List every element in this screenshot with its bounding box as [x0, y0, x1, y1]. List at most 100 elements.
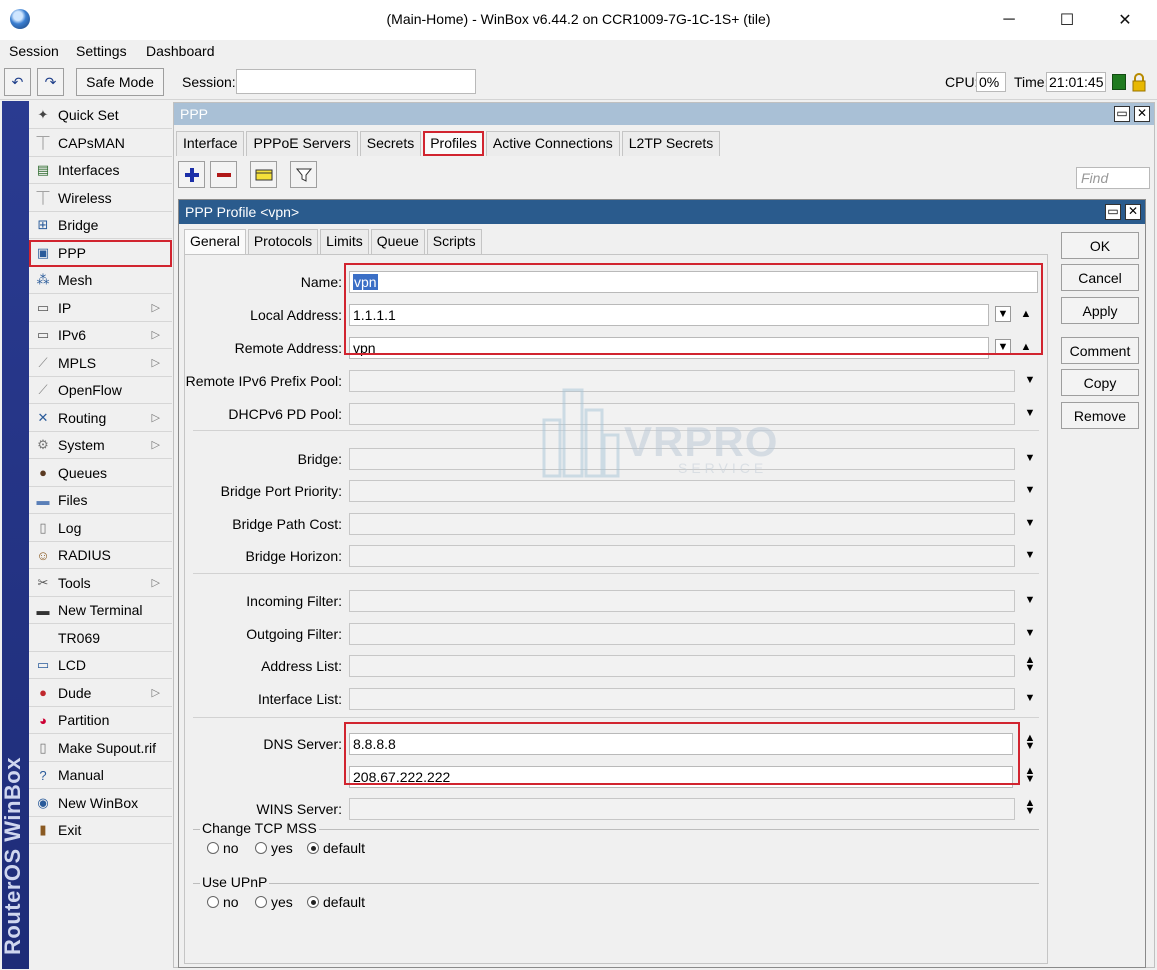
close-icon[interactable]: ✕: [1134, 106, 1150, 122]
use-upnp-option-no[interactable]: no: [207, 894, 239, 910]
tab-pppoe-servers[interactable]: PPPoE Servers: [246, 131, 358, 156]
sidebar-item-dude[interactable]: ● Dude ▷: [29, 680, 172, 707]
sidebar-item-manual[interactable]: ? Manual: [29, 762, 172, 789]
cancel-button[interactable]: Cancel: [1061, 264, 1139, 291]
sidebar-item-new-terminal[interactable]: ▬ New Terminal: [29, 597, 172, 624]
sidebar-item-wireless[interactable]: ⏉ Wireless: [29, 185, 172, 212]
sidebar-item-make-supout-rif[interactable]: ▯ Make Supout.rif: [29, 735, 172, 762]
sidebar-item-interfaces[interactable]: ▤ Interfaces: [29, 157, 172, 184]
dropdown-icon[interactable]: ▼: [1022, 625, 1038, 641]
change-tcp-mss-option-yes[interactable]: yes: [255, 840, 293, 856]
incoming-filter-field[interactable]: [349, 590, 1015, 612]
sidebar-item-ip[interactable]: ▭ IP ▷: [29, 295, 172, 322]
use-upnp-option-default[interactable]: default: [307, 894, 365, 910]
sidebar-item-partition[interactable]: ◕ Partition: [29, 707, 172, 734]
tab-queue[interactable]: Queue: [370, 229, 425, 254]
openflow-icon: ⟋: [38, 382, 48, 397]
comment-button[interactable]: Comment: [1061, 337, 1139, 364]
sidebar-item-lcd[interactable]: ▭ LCD: [29, 652, 172, 679]
sidebar-item-files[interactable]: ▬ Files: [29, 487, 172, 514]
sidebar-item-system[interactable]: ⚙ System ▷: [29, 432, 172, 459]
sidebar-item-log[interactable]: ▯ Log: [29, 515, 172, 542]
tab-scripts[interactable]: Scripts: [426, 229, 482, 254]
tab-protocols[interactable]: Protocols: [247, 229, 319, 254]
ok-button[interactable]: OK: [1061, 232, 1139, 259]
sidebar-item-capsman[interactable]: ⏉ CAPsMAN: [29, 130, 172, 157]
sidebar-item-label: Make Supout.rif: [58, 739, 157, 756]
comment-icon[interactable]: [250, 161, 277, 188]
change-tcp-mss-option-default[interactable]: default: [307, 840, 365, 856]
address-list-field[interactable]: [349, 655, 1015, 677]
session-input[interactable]: [236, 69, 476, 94]
change-tcp-mss-option-no[interactable]: no: [207, 840, 239, 856]
sidebar-item-ppp[interactable]: ▣ PPP: [29, 239, 172, 267]
sidebar-item-bridge[interactable]: ⊞ Bridge: [29, 212, 172, 239]
menu-session[interactable]: Session: [9, 43, 59, 59]
sidebar-item-new-winbox[interactable]: ◉ New WinBox: [29, 790, 172, 817]
menu-settings[interactable]: Settings: [76, 43, 127, 59]
time-value: 21:01:45: [1046, 72, 1106, 92]
expand-icon[interactable]: ▲ ▼: [1022, 765, 1038, 785]
menu-dashboard[interactable]: Dashboard: [146, 43, 215, 59]
sidebar-item-tools[interactable]: ✂ Tools ▷: [29, 570, 172, 597]
dropdown-icon[interactable]: ▼: [1022, 592, 1038, 608]
sidebar-item-label: PPP: [58, 244, 87, 261]
wins-server-label: WINS Server:: [256, 801, 342, 817]
wins-server-field[interactable]: [349, 798, 1015, 820]
expand-icon[interactable]: ▲ ▼: [1022, 732, 1038, 752]
dropdown-icon[interactable]: ▼: [1022, 515, 1038, 531]
dropdown-icon[interactable]: ▼: [1022, 547, 1038, 563]
close-button[interactable]: ✕: [1096, 0, 1154, 40]
redo-button[interactable]: ↷: [37, 68, 64, 96]
dropdown-icon[interactable]: ▼: [1022, 450, 1038, 466]
sidebar-item-radius[interactable]: ☺ RADIUS: [29, 542, 172, 569]
add-icon[interactable]: [178, 161, 205, 188]
filter-icon[interactable]: [290, 161, 317, 188]
bridge-path-cost-field[interactable]: [349, 513, 1015, 535]
use-upnp-option-yes[interactable]: yes: [255, 894, 293, 910]
sidebar-item-quick-set[interactable]: ✦ Quick Set: [29, 102, 172, 129]
close-icon[interactable]: ✕: [1125, 204, 1141, 220]
copy-button[interactable]: Copy: [1061, 369, 1139, 396]
tab-limits[interactable]: Limits: [320, 229, 369, 254]
sidebar-item-label: Interfaces: [58, 162, 120, 178]
outgoing-filter-field[interactable]: [349, 623, 1015, 645]
sidebar-item-exit[interactable]: ▮ Exit: [29, 817, 172, 844]
dropdown-icon[interactable]: ▼: [1022, 372, 1038, 388]
dropdown-icon[interactable]: ▼: [1022, 482, 1038, 498]
interface-list-field[interactable]: [349, 688, 1015, 710]
sidebar-item-openflow[interactable]: ⟋ OpenFlow: [29, 377, 172, 404]
expand-icon[interactable]: ▲ ▼: [1022, 654, 1038, 674]
expand-icon[interactable]: ▲ ▼: [1022, 797, 1038, 817]
tab-active-connections[interactable]: Active Connections: [485, 131, 620, 156]
sidebar-item-queues[interactable]: ● Queues: [29, 460, 172, 487]
apply-button[interactable]: Apply: [1061, 297, 1139, 324]
tab-l2tp-secrets[interactable]: L2TP Secrets: [621, 131, 721, 156]
sidebar-item-tr069[interactable]: TR069: [29, 625, 172, 652]
find-input[interactable]: Find: [1076, 167, 1150, 189]
sidebar-item-mpls[interactable]: ⟋ MPLS ▷: [29, 350, 172, 377]
remove-icon[interactable]: [210, 161, 237, 188]
undo-button[interactable]: ↶: [4, 68, 31, 96]
tab-profiles[interactable]: Profiles: [423, 131, 484, 156]
tab-general[interactable]: General: [184, 229, 246, 254]
tab-secrets[interactable]: Secrets: [359, 131, 422, 156]
maximize-button[interactable]: ☐: [1038, 0, 1096, 40]
ppp-profile-dialog: PPP Profile <vpn> ▭ ✕ General Protocols Li…: [178, 199, 1146, 968]
antenna-icon: ⏉: [36, 136, 50, 151]
restore-icon[interactable]: ▭: [1105, 204, 1121, 220]
bridge-horizon-field[interactable]: [349, 545, 1015, 567]
restore-icon[interactable]: ▭: [1114, 106, 1130, 122]
safe-mode-button[interactable]: Safe Mode: [76, 68, 164, 96]
radio-label: yes: [271, 840, 293, 856]
sidebar-item-ipv6[interactable]: ▭ IPv6 ▷: [29, 322, 172, 349]
dns-server-label: DNS Server:: [263, 736, 342, 752]
remove-button[interactable]: Remove: [1061, 402, 1139, 429]
sidebar-item-routing[interactable]: ✕ Routing ▷: [29, 405, 172, 432]
tab-interface[interactable]: Interface: [176, 131, 245, 156]
minimize-button[interactable]: ─: [980, 0, 1038, 40]
mesh-icon: ⁂: [36, 272, 50, 287]
dropdown-icon[interactable]: ▼: [1022, 690, 1038, 706]
sidebar-item-mesh[interactable]: ⁂ Mesh: [29, 267, 172, 294]
dropdown-icon[interactable]: ▼: [1022, 405, 1038, 421]
